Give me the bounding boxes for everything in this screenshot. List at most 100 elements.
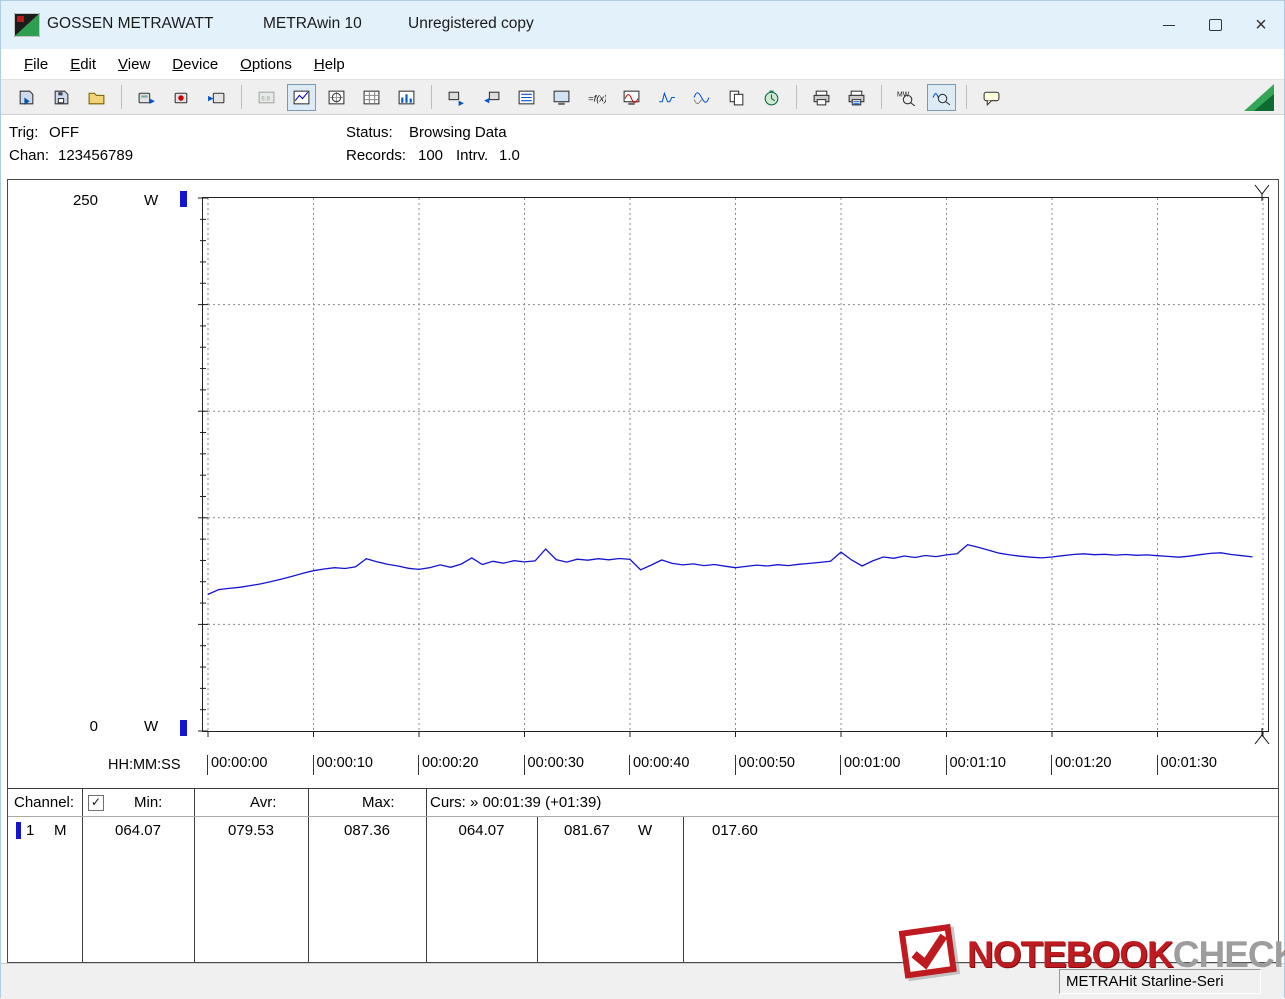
cell-delta: 017.60: [712, 822, 758, 839]
comment-button[interactable]: [977, 84, 1006, 111]
status-value: Browsing Data: [409, 124, 507, 141]
header-max: Max:: [362, 794, 395, 811]
copy-pages-icon: [727, 89, 746, 106]
menu-device[interactable]: Device: [161, 52, 229, 77]
zoom-value-button[interactable]: MW: [892, 84, 921, 111]
y-unit-top: W: [144, 192, 158, 209]
cell-channel: 1: [26, 822, 34, 839]
menu-view[interactable]: View: [107, 52, 161, 77]
view-bargraph-button[interactable]: [392, 84, 421, 111]
header-min: Min:: [134, 794, 162, 811]
view-trend-button[interactable]: [287, 84, 316, 111]
view-scope-icon: [327, 89, 346, 106]
trend-plot[interactable]: [202, 197, 1269, 732]
y-max-label: 250: [64, 192, 98, 209]
x-tick-label: 00:01:20: [1051, 755, 1111, 775]
save-file-icon: [52, 89, 71, 106]
y-unit-bottom: W: [144, 718, 158, 735]
view-list-icon: [517, 89, 536, 106]
print-button[interactable]: [807, 84, 836, 111]
window-controls: ×: [1146, 1, 1284, 49]
x-axis: HH:MM:SS 00:00:0000:00:1000:00:2000:00:3…: [8, 755, 1278, 779]
statusbar: METRAHit Starline-Seri: [1, 963, 1284, 999]
view-table-icon: [362, 89, 381, 106]
svg-text:8.8: 8.8: [261, 95, 270, 102]
minimize-icon: [1163, 25, 1175, 26]
save-file-button[interactable]: [47, 84, 76, 111]
status-label: Status:: [346, 124, 393, 141]
print-report-icon: [847, 89, 866, 106]
formula-button[interactable]: =f(x): [582, 84, 611, 111]
print-report-button[interactable]: [842, 84, 871, 111]
intrv-value: 1.0: [499, 147, 520, 164]
app-logo-icon: [14, 13, 40, 42]
header-avr: Avr:: [250, 794, 276, 811]
timer-button[interactable]: [757, 84, 786, 111]
app-window: GOSSEN METRAWATT METRAwin 10 Unregistere…: [0, 0, 1285, 998]
menu-help[interactable]: Help: [303, 52, 356, 77]
cursor-marker-top[interactable]: [1255, 185, 1269, 201]
x-tick-label: 00:01:00: [840, 755, 900, 775]
menu-edit[interactable]: Edit: [59, 52, 107, 77]
titlebar-app-name: GOSSEN METRAWATT: [47, 15, 213, 33]
cursor-marker-bottom[interactable]: [1255, 728, 1269, 744]
zoom-wave-icon: [932, 89, 951, 106]
signal-pulse-button[interactable]: [652, 84, 681, 111]
view-table-button[interactable]: [357, 84, 386, 111]
signal-envelope-button[interactable]: [687, 84, 716, 111]
view-monitor-icon: [552, 89, 571, 106]
acquisition-status-panel: Trig: OFF Chan: 123456789 Status: Browsi…: [1, 115, 1284, 179]
gossen-triangle-icon: [1244, 84, 1274, 116]
monitor-wave-button[interactable]: [617, 84, 646, 111]
table-header-row: Channel: ✓ Min: Avr: Max: Curs: » 00:01:…: [8, 789, 1278, 817]
zoom-wave-button[interactable]: [927, 84, 956, 111]
toolbar-separator: [881, 85, 882, 109]
maximize-button[interactable]: [1192, 1, 1238, 49]
chan-value: 123456789: [58, 147, 133, 164]
x-tick-label: 00:00:20: [418, 755, 478, 775]
cell-cursor-left: 064.07: [426, 822, 537, 839]
copy-pages-button[interactable]: [722, 84, 751, 111]
card-record-button[interactable]: [167, 84, 196, 111]
y-axis-bottom-handle[interactable]: [180, 720, 187, 736]
y-axis-top-handle[interactable]: [180, 191, 187, 207]
x-tick-label: 00:00:30: [524, 755, 584, 775]
card-export-button[interactable]: [132, 84, 161, 111]
zoom-value-icon: MW: [897, 89, 916, 106]
view-list-button[interactable]: [512, 84, 541, 111]
signal-envelope-icon: [692, 89, 711, 106]
transfer-out-button[interactable]: [442, 84, 471, 111]
cell-min: 064.07: [82, 822, 194, 839]
open-folder-button[interactable]: [82, 84, 111, 111]
open-file-icon: [17, 89, 36, 106]
menu-file[interactable]: File: [13, 52, 59, 77]
channel-color-swatch: [16, 822, 21, 839]
transfer-in-button[interactable]: [477, 84, 506, 111]
x-tick-label: 00:00:40: [629, 755, 689, 775]
minimize-button[interactable]: [1146, 1, 1192, 49]
trend-line: [208, 545, 1253, 595]
close-icon: ×: [1255, 15, 1267, 35]
y-min-label: 0: [64, 718, 98, 735]
cell-unit: W: [638, 822, 652, 839]
view-multimeter-button[interactable]: 8.8: [252, 84, 281, 111]
comment-icon: [982, 89, 1001, 106]
toolbar: 8.8 =f(x) MW: [1, 80, 1284, 115]
chan-label: Chan:: [9, 147, 49, 164]
cell-mode: M: [54, 822, 67, 839]
close-button[interactable]: ×: [1238, 1, 1284, 49]
card-import-button[interactable]: [202, 84, 231, 111]
print-icon: [812, 89, 831, 106]
view-trend-icon: [292, 89, 311, 106]
cell-avr: 079.53: [194, 822, 308, 839]
transfer-in-icon: [482, 89, 501, 106]
menu-options[interactable]: Options: [229, 52, 303, 77]
monitor-wave-icon: [622, 89, 641, 106]
svg-text:=f(x): =f(x): [588, 93, 606, 104]
channel-visibility-checkbox[interactable]: ✓: [88, 795, 104, 811]
header-channel: Channel:: [14, 794, 74, 811]
view-scope-button[interactable]: [322, 84, 351, 111]
open-file-button[interactable]: [12, 84, 41, 111]
table-row: 1 M 064.07 079.53 087.36 064.07 081.67 W…: [8, 817, 1278, 845]
view-monitor-button[interactable]: [547, 84, 576, 111]
